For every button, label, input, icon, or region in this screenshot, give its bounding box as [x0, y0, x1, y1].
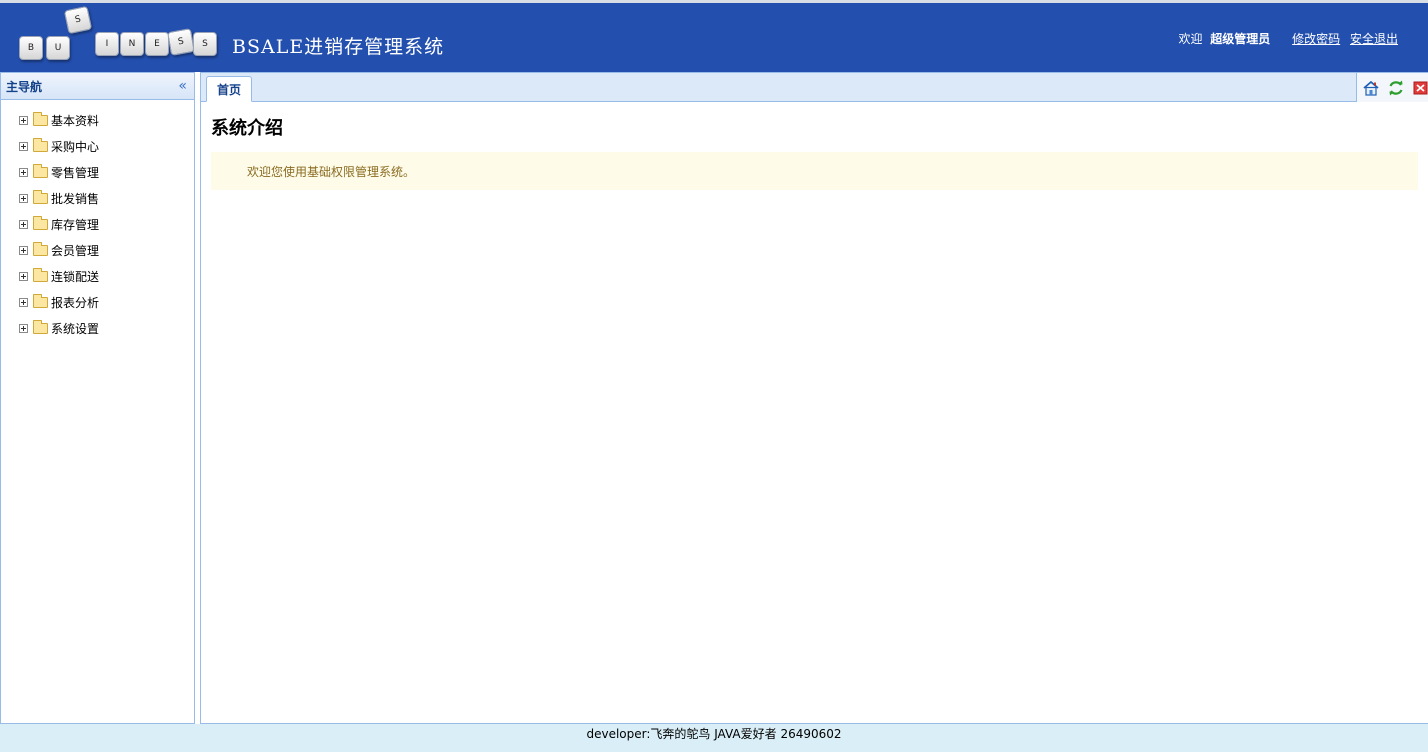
- tree-item-label: 库存管理: [51, 217, 100, 232]
- tree-item-label: 报表分析: [51, 295, 100, 310]
- change-password-link[interactable]: 修改密码: [1292, 32, 1340, 46]
- tree-item-label: 零售管理: [51, 165, 100, 180]
- tab-tools: [1356, 73, 1428, 102]
- tree-item-chain-delivery[interactable]: 连锁配送: [19, 263, 194, 289]
- expand-plus-icon[interactable]: [19, 323, 28, 333]
- tree-item-purchase[interactable]: 采购中心: [19, 133, 194, 159]
- tree-item-retail[interactable]: 零售管理: [19, 159, 194, 185]
- logo-cube: N: [120, 32, 144, 56]
- logo-cube: S: [167, 28, 195, 56]
- tree-item-wholesale[interactable]: 批发销售: [19, 185, 194, 211]
- expand-plus-icon[interactable]: [19, 219, 28, 229]
- refresh-icon[interactable]: [1387, 79, 1405, 97]
- logo-cube: I: [95, 32, 119, 56]
- page-title: 系统介绍: [211, 118, 283, 139]
- tree-item-inventory[interactable]: 库存管理: [19, 211, 194, 237]
- logout-link[interactable]: 安全退出: [1350, 32, 1398, 46]
- tree-item-label: 采购中心: [51, 139, 100, 154]
- folder-icon: [33, 163, 48, 178]
- user-links: 欢迎 超级管理员 修改密码 安全退出: [1178, 30, 1398, 47]
- logo-cube: U: [46, 36, 70, 60]
- logo-cube: S: [63, 5, 93, 35]
- footer-bar: developer:飞奔的鸵鸟 JAVA爱好者 26490602: [0, 724, 1428, 752]
- logo-cube: S: [193, 32, 217, 56]
- sidebar-header: 主导航 «: [1, 73, 194, 100]
- header-banner: B U S I N E S S BSALE进销存管理系统 欢迎 超级管理员 修改…: [0, 0, 1428, 72]
- tree-item-members[interactable]: 会员管理: [19, 237, 194, 263]
- tree-item-basic-data[interactable]: 基本资料: [19, 107, 194, 133]
- folder-icon: [33, 111, 48, 126]
- logo-cube: E: [145, 32, 169, 56]
- expand-plus-icon[interactable]: [19, 245, 28, 255]
- tree-item-label: 系统设置: [51, 321, 100, 336]
- sidebar-nav: 主导航 « 基本资料 采购中心 零售管理 批发销售 库存管理 会员管理 连锁配送…: [0, 72, 195, 724]
- folder-icon: [33, 137, 48, 152]
- sidebar-title: 主导航: [6, 79, 43, 94]
- welcome-notice: 欢迎您使用基础权限管理系统。: [211, 152, 1418, 190]
- tree-item-label: 会员管理: [51, 243, 100, 258]
- welcome-text: 欢迎: [1178, 32, 1203, 46]
- nav-tree: 基本资料 采购中心 零售管理 批发销售 库存管理 会员管理 连锁配送 报表分析 …: [1, 100, 194, 341]
- expand-plus-icon[interactable]: [19, 297, 28, 307]
- collapse-double-chevron-icon[interactable]: «: [178, 79, 187, 93]
- tree-item-settings[interactable]: 系统设置: [19, 315, 194, 341]
- logo-cube: B: [19, 36, 43, 60]
- tree-item-label: 批发销售: [51, 191, 100, 206]
- folder-icon: [33, 319, 48, 334]
- expand-plus-icon[interactable]: [19, 271, 28, 281]
- close-icon[interactable]: [1412, 79, 1428, 97]
- expand-plus-icon[interactable]: [19, 141, 28, 151]
- tree-item-label: 连锁配送: [51, 269, 100, 284]
- folder-icon: [33, 241, 48, 256]
- logo: B U S I N E S S: [14, 3, 224, 72]
- folder-icon: [33, 215, 48, 230]
- tab-bar: 首页: [201, 73, 1428, 102]
- content-area: 系统介绍 欢迎您使用基础权限管理系统。: [201, 102, 1428, 202]
- home-icon[interactable]: [1362, 79, 1380, 97]
- expand-plus-icon[interactable]: [19, 115, 28, 125]
- username: 超级管理员: [1210, 32, 1271, 46]
- tree-item-label: 基本资料: [51, 113, 100, 128]
- folder-icon: [33, 267, 48, 282]
- folder-icon: [33, 189, 48, 204]
- folder-icon: [33, 293, 48, 308]
- app-title: BSALE进销存管理系统: [232, 36, 445, 58]
- main-panel: 首页 系统介绍 欢迎您使用基础权限管理系统。: [200, 72, 1428, 724]
- tab-home[interactable]: 首页: [206, 76, 253, 102]
- app-window: B U S I N E S S BSALE进销存管理系统 欢迎 超级管理员 修改…: [0, 0, 1428, 752]
- expand-plus-icon[interactable]: [19, 193, 28, 203]
- tree-item-reports[interactable]: 报表分析: [19, 289, 194, 315]
- expand-plus-icon[interactable]: [19, 167, 28, 177]
